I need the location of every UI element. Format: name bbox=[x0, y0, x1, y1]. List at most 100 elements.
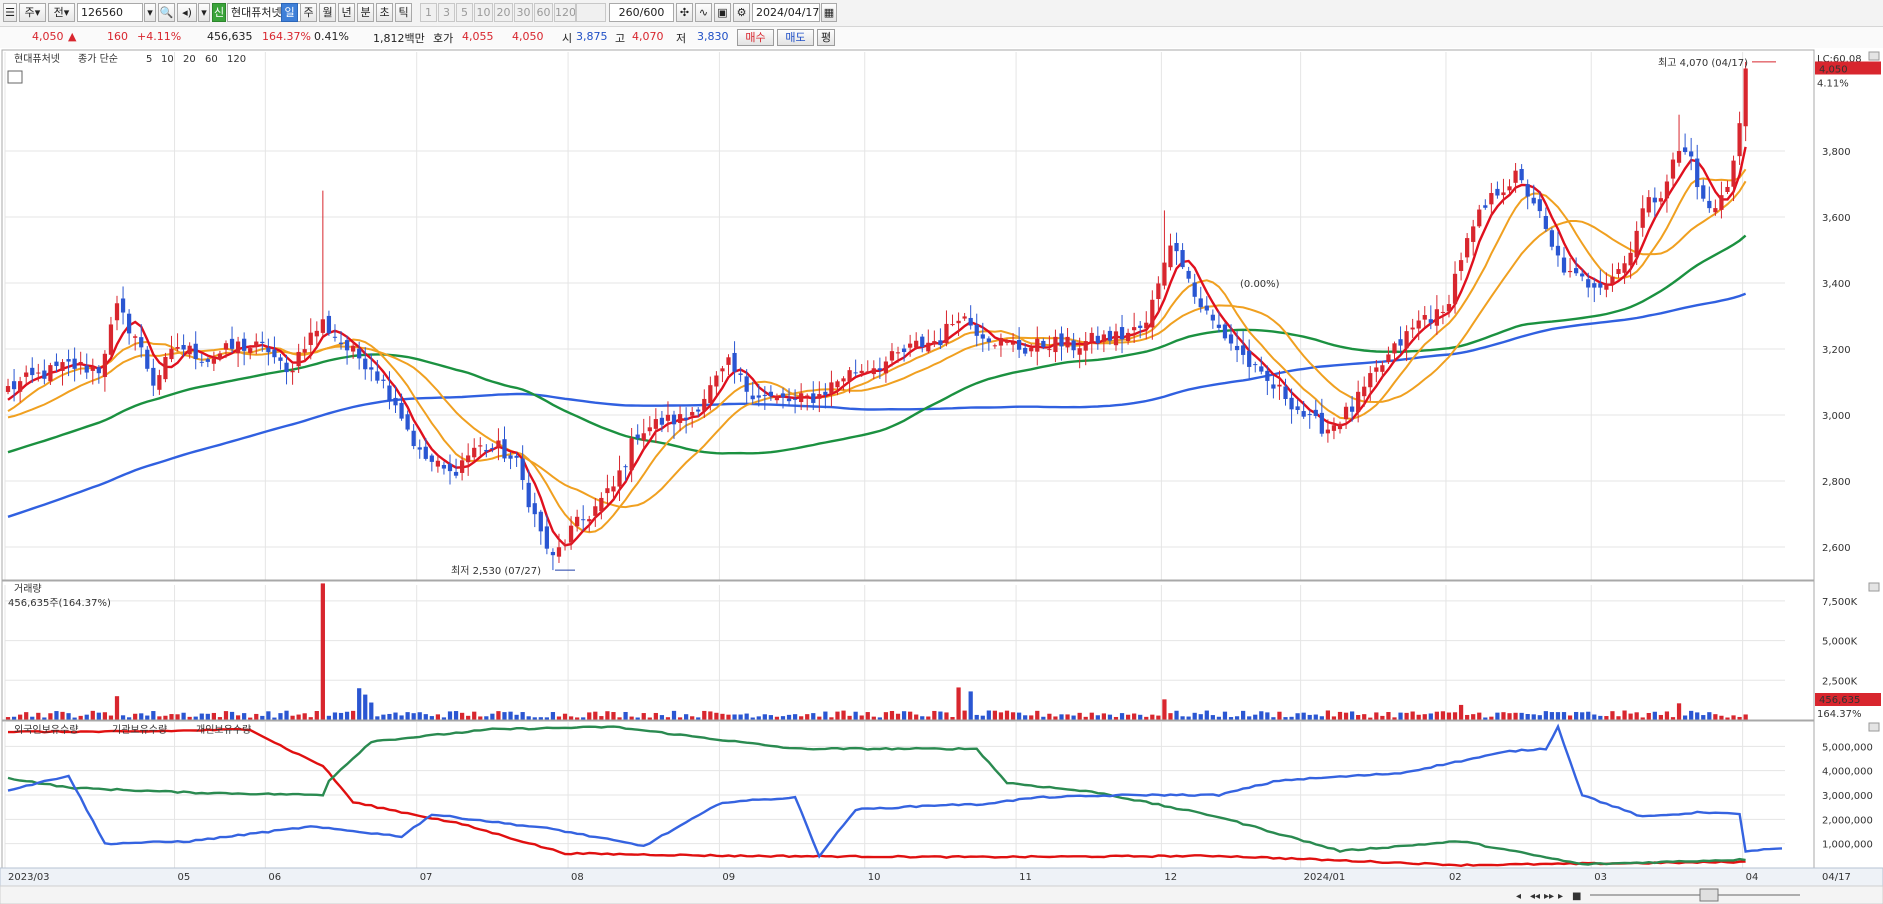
sell-button[interactable]: 매도 bbox=[777, 29, 814, 46]
code-dropdown-icon[interactable]: ▾ bbox=[144, 3, 156, 22]
search-icon[interactable]: 🔍 bbox=[158, 3, 175, 22]
volume-bar bbox=[1234, 716, 1240, 720]
time-axis-label: 02 bbox=[1449, 872, 1462, 883]
quote-amount: 1,812백만 bbox=[373, 32, 425, 45]
candle-body bbox=[1561, 257, 1567, 273]
period-tab-3[interactable]: 년 bbox=[338, 3, 355, 22]
interval-tab-4[interactable]: 20 bbox=[494, 3, 513, 22]
volume-bar bbox=[817, 716, 822, 720]
volume-bar bbox=[702, 710, 707, 720]
calendar-icon[interactable]: ▦ bbox=[821, 3, 837, 22]
volume-bar bbox=[254, 713, 259, 720]
interval-tab-0[interactable]: 1 bbox=[420, 3, 437, 22]
candle-body bbox=[1386, 354, 1391, 363]
period-tab-0[interactable]: 일 bbox=[281, 3, 298, 22]
volume-bar bbox=[1192, 712, 1197, 720]
scroll-control-icon: ◂◂ bbox=[1530, 891, 1540, 902]
price-axis-label: 3,000 bbox=[1822, 411, 1851, 422]
count-field[interactable]: 260/600 bbox=[609, 3, 674, 22]
volume-bar bbox=[1689, 710, 1694, 720]
candle-body bbox=[593, 506, 598, 516]
candle-body bbox=[599, 497, 604, 512]
scope-select[interactable]: 전▾ bbox=[48, 3, 75, 22]
interval-tab-1[interactable]: 3 bbox=[438, 3, 455, 22]
volume-bar bbox=[1416, 714, 1421, 720]
candle-body bbox=[532, 503, 537, 515]
volume-bar bbox=[708, 711, 713, 720]
volume-bar bbox=[1386, 712, 1391, 720]
volume-bar bbox=[453, 711, 459, 720]
high-annotation: 최고 4,070 (04/17) bbox=[1658, 57, 1748, 69]
pattern-icon[interactable]: ∿ bbox=[695, 3, 712, 22]
candle-body bbox=[296, 351, 301, 367]
candle-body bbox=[901, 348, 907, 353]
date-field[interactable]: 2024/04/17 bbox=[752, 3, 820, 22]
volume-bar bbox=[944, 712, 949, 720]
quote-low: 3,830 bbox=[697, 30, 729, 43]
volume-bar bbox=[823, 711, 828, 720]
candle-body bbox=[974, 324, 979, 336]
candle-body bbox=[441, 464, 447, 469]
volume-bar bbox=[1277, 711, 1282, 720]
candle-body bbox=[1670, 159, 1676, 179]
price-axis-label: 3,600 bbox=[1822, 213, 1851, 224]
candle-body bbox=[980, 334, 985, 339]
speaker-icon[interactable]: ◂) bbox=[177, 3, 197, 22]
period-tab-4[interactable]: 분 bbox=[357, 3, 374, 22]
volume-bar bbox=[1622, 710, 1627, 720]
quote-change-arrow: ▲ bbox=[68, 30, 77, 43]
buy-button[interactable]: 매수 bbox=[737, 29, 774, 46]
volume-bar bbox=[399, 715, 404, 720]
volume-bar bbox=[1162, 699, 1167, 720]
volume-bar bbox=[139, 713, 144, 720]
settings-icon[interactable]: ⚙ bbox=[733, 3, 750, 22]
volume-bar bbox=[1198, 714, 1203, 720]
volume-bar bbox=[659, 715, 665, 720]
crosshair-icon[interactable]: ✣ bbox=[676, 3, 693, 22]
save-icon[interactable]: ▣ bbox=[714, 3, 731, 22]
candle-body bbox=[1489, 193, 1494, 205]
volume-bar bbox=[690, 716, 695, 720]
volume-bar bbox=[1301, 712, 1306, 720]
candle-body bbox=[11, 381, 17, 390]
candle-body bbox=[550, 551, 556, 556]
volume-bar bbox=[229, 711, 235, 720]
period-tab-1[interactable]: 주 bbox=[300, 3, 317, 22]
candle-body bbox=[405, 414, 410, 430]
candle-body bbox=[1331, 425, 1337, 431]
volume-bar bbox=[514, 714, 519, 720]
interval-tab-7[interactable]: 120 bbox=[554, 3, 576, 22]
market-select[interactable]: 주▾ bbox=[19, 3, 46, 22]
candle-body bbox=[90, 366, 95, 371]
menu-icon[interactable]: ☰ bbox=[3, 3, 17, 22]
interval-tab-2[interactable]: 5 bbox=[456, 3, 473, 22]
count-total: /600 bbox=[639, 6, 665, 19]
candle-body bbox=[369, 367, 374, 370]
volume-bar bbox=[1059, 714, 1064, 720]
scope-label: 전 bbox=[53, 6, 64, 19]
candle-body bbox=[199, 361, 204, 363]
volume-bar bbox=[78, 715, 83, 720]
speaker-dropdown-icon[interactable]: ▾ bbox=[198, 3, 210, 22]
code-input[interactable]: 126560 bbox=[77, 3, 143, 22]
interval-tab-6[interactable]: 60 bbox=[534, 3, 553, 22]
period-tab-6[interactable]: 틱 bbox=[395, 3, 412, 22]
period-tab-5[interactable]: 초 bbox=[376, 3, 393, 22]
panel-collapse-icon bbox=[1868, 722, 1880, 732]
candle-body bbox=[266, 347, 271, 353]
volume-bar bbox=[914, 714, 919, 720]
time-axis-label: 11 bbox=[1019, 872, 1032, 883]
candle-body bbox=[684, 417, 689, 420]
candle-body bbox=[1519, 168, 1524, 181]
volume-bar bbox=[1374, 712, 1379, 720]
volume-bar bbox=[998, 712, 1004, 720]
candle-body bbox=[223, 343, 229, 350]
interval-custom-field[interactable] bbox=[576, 3, 606, 22]
candle-body bbox=[1010, 342, 1016, 345]
candle-body bbox=[932, 341, 937, 345]
interval-tab-3[interactable]: 10 bbox=[474, 3, 493, 22]
eval-button[interactable]: 평 bbox=[817, 29, 835, 46]
candle-body bbox=[1144, 322, 1149, 329]
interval-tab-5[interactable]: 30 bbox=[514, 3, 533, 22]
period-tab-2[interactable]: 월 bbox=[319, 3, 336, 22]
